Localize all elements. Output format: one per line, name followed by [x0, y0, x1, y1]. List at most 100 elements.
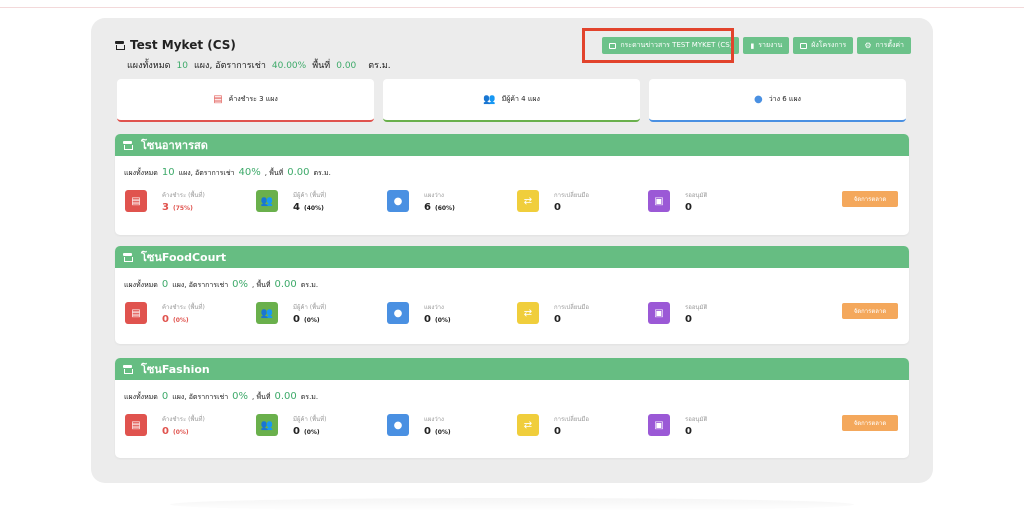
- stat-pending: ▣ รออนุมัติ 0: [648, 302, 707, 325]
- stat-pending: ▣ รออนุมัติ 0: [648, 190, 707, 213]
- stat-vendors: 👥 มีผู้ค้า (พื้นที่) 4 (40%): [256, 190, 326, 213]
- zone-sum-label: แผงทั้งหมด: [124, 169, 158, 177]
- stat-value: 6 (60%): [424, 202, 455, 213]
- stat-value: 0 (0%): [424, 314, 451, 325]
- market-summary: แผงทั้งหมด 10 แผง, อัตราการเช่า 40.00% พื้นท…: [127, 58, 391, 72]
- stat-value: 0: [685, 314, 692, 325]
- manage-market-button[interactable]: จัดการตลาด: [842, 415, 898, 431]
- zone-area-unit: ตร.ม.: [300, 281, 319, 289]
- stat-pct: (0%): [172, 317, 189, 324]
- settings-button[interactable]: ⚙ การตั้งค่า: [857, 37, 911, 54]
- stat-value: 0: [554, 314, 561, 325]
- stat-value: 0: [554, 426, 561, 437]
- stat-label: แผงว่าง: [424, 416, 444, 423]
- manage-market-button[interactable]: จัดการตลาด: [842, 303, 898, 319]
- zone-sum-label: แผงทั้งหมด: [124, 393, 158, 401]
- zone-sum-label: แผงทั้งหมด: [124, 281, 158, 289]
- exchange-icon: ⇄: [517, 190, 539, 212]
- stat-pct: (75%): [172, 205, 193, 212]
- zone-header: โซนFashion: [115, 358, 909, 380]
- stat-number: 6: [424, 202, 431, 213]
- stat-number: 0: [293, 426, 300, 437]
- zone-title: โซนFashion: [141, 363, 210, 376]
- manage-market-button[interactable]: จัดการตลาด: [842, 191, 898, 207]
- stat-label: รออนุมัติ: [685, 416, 708, 423]
- zone-area-label: , พื้นที่: [252, 393, 271, 401]
- tile-vacant[interactable]: ● ว่าง 6 แผง: [649, 79, 906, 122]
- total-stalls-value: 10: [176, 61, 188, 71]
- stat-label: ค้างชำระ (พื้นที่): [162, 192, 205, 199]
- stat-number: 3: [162, 202, 169, 213]
- market-title-text: Test Myket (CS): [130, 38, 236, 52]
- stat-number: 0: [162, 314, 169, 325]
- tile-overdue[interactable]: ▤ ค้างชำระ 3 แผง: [117, 79, 374, 122]
- settings-label: การตั้งค่า: [875, 41, 904, 49]
- stat-pct: (0%): [172, 429, 189, 436]
- summary-tiles: ▤ ค้างชำระ 3 แผง 👥 มีผู้ค้า 4 แผง ● ว่าง 6 …: [117, 79, 906, 122]
- stat-pct: (0%): [434, 317, 451, 324]
- zone-rate-label: แผง, อัตราการเช่า: [172, 393, 229, 401]
- store-icon: [123, 253, 133, 262]
- stat-label: แผงว่าง: [424, 192, 444, 199]
- zone-area: 0.00: [287, 167, 310, 178]
- top-divider: [0, 0, 1024, 8]
- stat-vacant: ● แผงว่าง 6 (60%): [387, 190, 455, 213]
- stat-overdue: ▤ ค้างชำระ (พื้นที่) 0 (0%): [125, 414, 205, 437]
- plan-label: ผังโครงการ: [811, 41, 847, 49]
- stat-number: 0: [424, 314, 431, 325]
- stat-pct: (40%): [303, 205, 324, 212]
- stat-overdue: ▤ ค้างชำระ (พื้นที่) 0 (0%): [125, 302, 205, 325]
- stat-label: ค้างชำระ (พื้นที่): [162, 416, 205, 423]
- stat-value: 0: [685, 426, 692, 437]
- zone-total: 10: [161, 167, 175, 178]
- user-icon: ●: [387, 414, 409, 436]
- stat-number: 0: [162, 426, 169, 437]
- user-icon: ●: [754, 94, 763, 105]
- clipboard-icon: ▣: [648, 190, 670, 212]
- invoice-icon: ▤: [125, 190, 147, 212]
- stat-value: 0 (0%): [293, 426, 326, 437]
- exchange-icon: ⇄: [517, 302, 539, 324]
- stat-label: รออนุมัติ: [685, 304, 708, 311]
- stat-pct: (0%): [434, 429, 451, 436]
- stat-value: 0 (0%): [424, 426, 451, 437]
- stat-label: แผงว่าง: [424, 304, 444, 311]
- market-title: Test Myket (CS): [115, 38, 236, 52]
- area-unit: ตร.ม.: [368, 61, 391, 71]
- summary-label-area: พื้นที่: [312, 61, 331, 71]
- tile-vendors[interactable]: 👥 มีผู้ค้า 4 แผง: [383, 79, 640, 122]
- stat-label: การเปลี่ยนมือ: [554, 416, 589, 423]
- stat-label: รออนุมัติ: [685, 192, 708, 199]
- zone-area-unit: ตร.ม.: [300, 393, 319, 401]
- stat-pct: (60%): [434, 205, 455, 212]
- summary-label-rate: แผง, อัตราการเช่า: [193, 61, 266, 71]
- zone-area-label: , พื้นที่: [252, 281, 271, 289]
- stat-vacant: ● แผงว่าง 0 (0%): [387, 302, 451, 325]
- summary-label-total: แผงทั้งหมด: [127, 61, 171, 71]
- zone-rate: 0%: [232, 391, 249, 402]
- stat-value: 0 (0%): [293, 314, 326, 325]
- stat-value: 0: [685, 202, 692, 213]
- stat-label: ค้างชำระ (พื้นที่): [162, 304, 205, 311]
- stat-number: 0: [424, 426, 431, 437]
- zone-rate-label: แผง, อัตราการเช่า: [178, 169, 235, 177]
- users-icon: 👥: [256, 302, 278, 324]
- map-icon: [800, 42, 808, 49]
- zone-header: โซนอาหารสด: [115, 134, 909, 156]
- project-plan-button[interactable]: ผังโครงการ: [793, 37, 854, 54]
- invoice-icon: ▤: [213, 94, 223, 105]
- users-icon: 👥: [483, 94, 496, 105]
- report-button[interactable]: ▮ รายงาน: [743, 37, 790, 54]
- stat-label: การเปลี่ยนมือ: [554, 192, 589, 199]
- exchange-icon: ⇄: [517, 414, 539, 436]
- zone-total: 0: [161, 279, 169, 290]
- stat-label: มีผู้ค้า (พื้นที่): [293, 192, 327, 199]
- stat-value: 0 (0%): [162, 314, 205, 325]
- stat-number: 4: [293, 202, 300, 213]
- stat-transfer: ⇄ การเปลี่ยนมือ 0: [517, 190, 589, 213]
- stat-value: 3 (75%): [162, 202, 205, 213]
- zone-area-unit: ตร.ม.: [313, 169, 331, 177]
- area-value: 0.00: [336, 61, 357, 71]
- user-icon: ●: [387, 190, 409, 212]
- tile-vendors-label: มีผู้ค้า 4 แผง: [501, 95, 540, 103]
